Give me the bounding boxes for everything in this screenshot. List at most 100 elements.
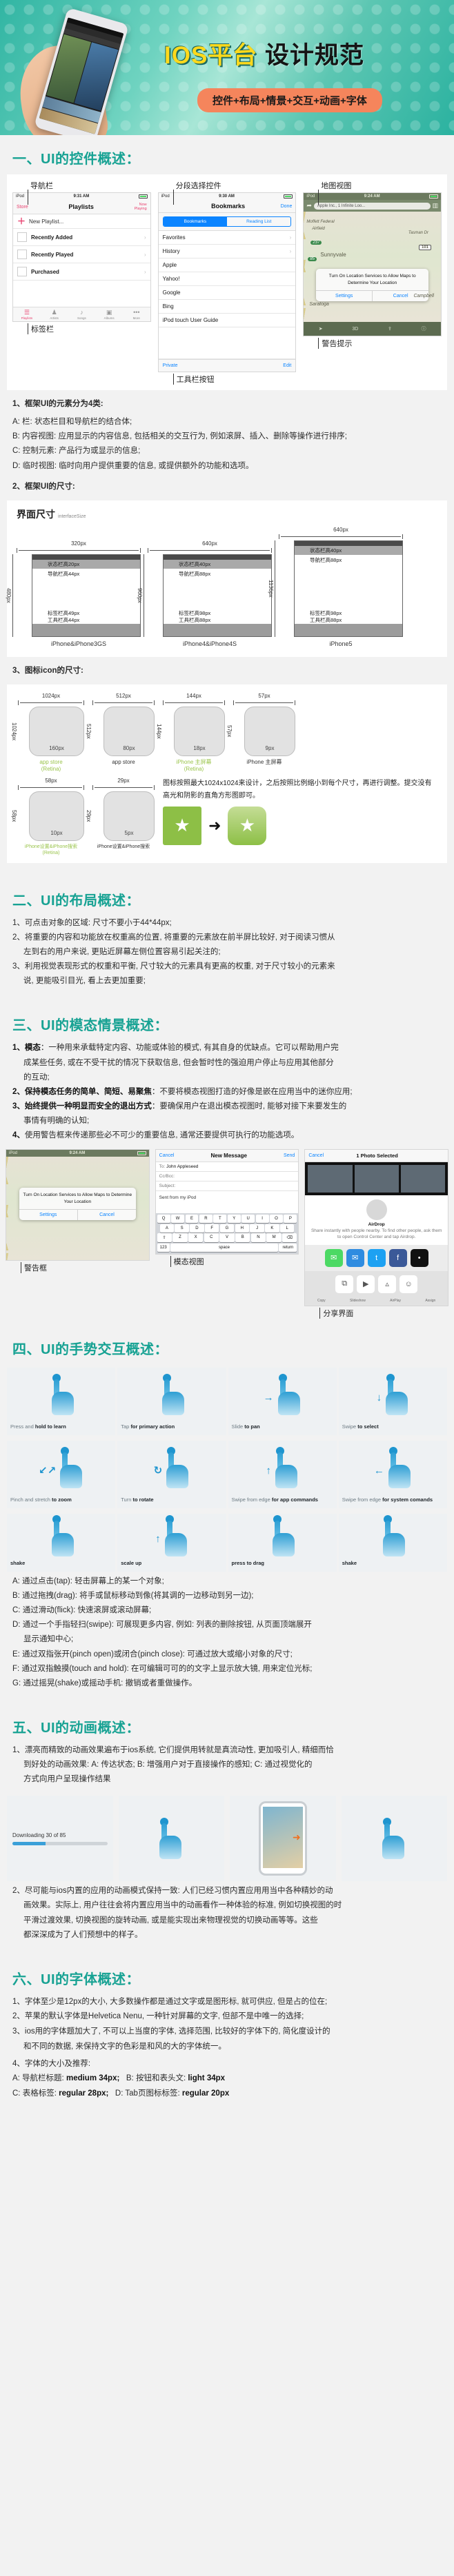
assign-icon[interactable]: ☺	[399, 1275, 418, 1293]
key[interactable]: A	[159, 1224, 174, 1233]
key[interactable]: Q	[157, 1215, 170, 1224]
edit-button[interactable]: Edit	[283, 363, 291, 368]
copy-icon[interactable]: ⧉	[335, 1275, 354, 1293]
map-label: Sunnyvale	[320, 252, 346, 258]
tab-more[interactable]: ••• More	[123, 309, 150, 320]
key[interactable]: U	[241, 1215, 255, 1224]
photo-thumb[interactable]	[400, 1165, 445, 1193]
tab-songs[interactable]: ♪ Songs	[68, 309, 95, 320]
table-row[interactable]: Yahoo!	[158, 272, 296, 286]
key[interactable]: Z	[172, 1233, 188, 1243]
key[interactable]: V	[219, 1233, 235, 1243]
airplay-icon[interactable]: ▵	[378, 1275, 397, 1293]
slideshow-icon[interactable]: ▶	[357, 1275, 375, 1293]
cancel-button[interactable]: Cancel	[308, 1153, 324, 1158]
key[interactable]: F	[205, 1224, 219, 1233]
mail-cc-row[interactable]: Cc/Bcc:	[155, 1172, 299, 1182]
alert-cancel-button[interactable]: Cancel	[77, 1210, 136, 1221]
map-canvas[interactable]: Turn On Location Services to Allow Maps …	[6, 1157, 149, 1261]
space-key[interactable]: space	[170, 1243, 278, 1252]
table-row[interactable]: Recently Played ›	[13, 246, 150, 264]
twitter-icon[interactable]: t	[367, 1248, 386, 1267]
map-search-input[interactable]: Apple Inc., 1 Infinite Loo...	[313, 202, 431, 210]
alert-dialog[interactable]: Turn On Location Services to Allow Maps …	[316, 269, 429, 302]
key[interactable]: C	[204, 1233, 219, 1243]
segment-bookmarks[interactable]: Bookmarks	[163, 217, 228, 226]
key[interactable]: B	[235, 1233, 250, 1243]
photo-thumb[interactable]	[308, 1165, 353, 1193]
table-row[interactable]: History ›	[158, 245, 296, 258]
gesture-caption-bold: shake	[10, 1559, 26, 1566]
table-row[interactable]: Google	[158, 286, 296, 300]
table-row[interactable]: Bing	[158, 300, 296, 314]
bookmarks-book-icon[interactable]: ▥	[433, 202, 439, 210]
table-row[interactable]: Apple	[158, 258, 296, 272]
key[interactable]: R	[199, 1215, 213, 1224]
info-icon[interactable]: ⓘ	[422, 325, 426, 332]
directions-icon[interactable]: ➦	[306, 202, 312, 210]
table-row[interactable]: Recently Added ›	[13, 229, 150, 247]
segmented-control[interactable]: Bookmarks Reading List	[162, 216, 292, 227]
send-button[interactable]: Send	[284, 1153, 295, 1158]
alert-settings-button[interactable]: Settings	[316, 291, 372, 301]
map-3d-button[interactable]: 3D	[352, 327, 358, 332]
locate-arrow-icon[interactable]: ➤	[319, 326, 323, 332]
photo-strip[interactable]	[305, 1162, 448, 1196]
key[interactable]: M	[266, 1233, 282, 1243]
key[interactable]: G	[219, 1224, 235, 1233]
segment-reading-list[interactable]: Reading List	[227, 217, 290, 226]
return-key[interactable]: return	[279, 1243, 297, 1252]
mail-to-row[interactable]: To: John Appleseed	[155, 1162, 299, 1173]
mail-body[interactable]: Sent from my iPod	[156, 1191, 299, 1213]
key[interactable]: N	[250, 1233, 266, 1243]
cancel-button[interactable]: Cancel	[159, 1153, 175, 1158]
iphone-maps-app: iPod 9:24 AM ➦ Apple Inc., 1 Infinite Lo…	[303, 192, 442, 336]
mail-subject-row[interactable]: Subject:	[155, 1181, 299, 1192]
tab-playlists[interactable]: ☰ Playlists	[13, 309, 41, 320]
new-playlist-row[interactable]: ＋ New Playlist...	[13, 214, 150, 230]
key[interactable]: H	[235, 1224, 249, 1233]
key[interactable]: S	[175, 1224, 189, 1233]
key[interactable]: L	[280, 1224, 295, 1233]
photo-thumb[interactable]	[354, 1165, 399, 1193]
screenshot-bookmarks: 分段选择控件 iPod 9:30 AM Bookmarks Done Bookm…	[157, 180, 297, 385]
private-button[interactable]: Private	[163, 363, 178, 368]
key[interactable]: X	[188, 1233, 204, 1243]
key[interactable]: E	[185, 1215, 199, 1224]
key[interactable]: T	[213, 1215, 227, 1224]
key[interactable]: J	[250, 1224, 264, 1233]
backspace-key[interactable]: ⌫	[282, 1233, 297, 1243]
table-row[interactable]: Favorites ›	[158, 231, 296, 245]
mail-icon[interactable]: ✉	[346, 1248, 364, 1267]
key[interactable]: Y	[227, 1215, 241, 1224]
gesture-caption: press to drag	[232, 1560, 333, 1567]
flickr-icon[interactable]: •	[410, 1248, 428, 1267]
facebook-icon[interactable]: f	[388, 1248, 407, 1267]
message-icon[interactable]: ✉	[324, 1248, 343, 1267]
done-button[interactable]: Done	[281, 204, 293, 209]
tab-albums[interactable]: ▣ Albums	[95, 309, 123, 320]
tab-artists[interactable]: ♟ Artists	[41, 309, 68, 320]
onscreen-keyboard[interactable]: Q W E R T Y U I O P A S D F G H J K L ⇧ …	[155, 1213, 299, 1255]
gesture-tap: Tap for primary action	[117, 1367, 226, 1435]
table-row[interactable]: iPod touch User Guide	[158, 314, 296, 327]
shift-key[interactable]: ⇧	[157, 1233, 172, 1243]
share-icon[interactable]: ⇪	[388, 326, 392, 332]
table-row[interactable]: Purchased ›	[13, 263, 150, 281]
nav-back-store-button[interactable]: Store	[17, 205, 28, 210]
row-label: iPod touch User Guide	[162, 317, 219, 323]
map-canvas[interactable]: Moffett Federal Airfield Tasman Dr Sunny…	[304, 212, 442, 322]
gesture-caption-bold: to select	[357, 1423, 379, 1430]
now-playing-button[interactable]: Now Playing	[135, 203, 147, 211]
key[interactable]: I	[255, 1215, 269, 1224]
alert-buttons: Settings Cancel	[316, 290, 429, 302]
alert-settings-button[interactable]: Settings	[19, 1210, 77, 1220]
device-height-dim: 1136px	[268, 540, 274, 637]
key[interactable]: P	[284, 1215, 297, 1224]
key[interactable]: W	[171, 1215, 184, 1224]
alert-dialog[interactable]: Turn On Location Services to Allow Maps …	[19, 1188, 137, 1221]
key[interactable]: O	[270, 1215, 283, 1224]
key[interactable]: K	[265, 1224, 279, 1233]
numbers-key[interactable]: 123	[157, 1243, 170, 1252]
key[interactable]: D	[190, 1224, 204, 1233]
